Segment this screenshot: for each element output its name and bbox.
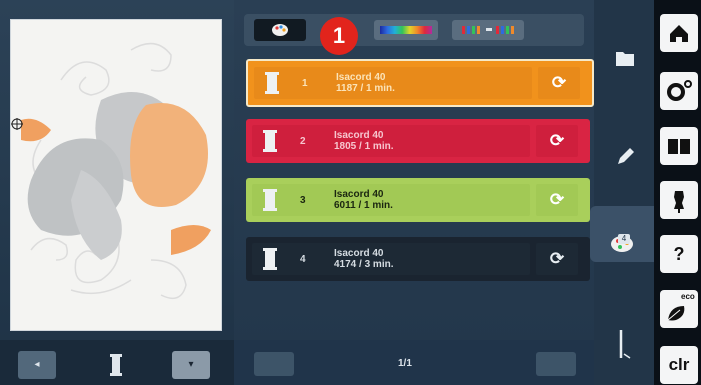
- tab-edit[interactable]: [594, 128, 654, 184]
- help-icon: ?: [673, 244, 685, 264]
- color-tool-tabs: [244, 14, 584, 46]
- change-thread-button-3[interactable]: ⟳: [536, 184, 578, 216]
- scroll-left-button[interactable]: ◂: [18, 351, 56, 379]
- thread-info-3[interactable]: 3 Isacord 40 6011 / 1 min.: [252, 184, 530, 216]
- embroidery-design-image: [11, 42, 211, 300]
- eco-label: eco: [681, 292, 695, 301]
- thread-info-2[interactable]: 2 Isacord 40 1805 / 1 min.: [252, 125, 530, 157]
- thread-stitch-info: 4174 / 3 min.: [334, 259, 394, 270]
- orange-leaf: [21, 118, 51, 142]
- settings-icon: [667, 80, 692, 101]
- home-button[interactable]: [660, 14, 698, 52]
- change-thread-button-2[interactable]: ⟳: [536, 125, 578, 157]
- setup-button[interactable]: [660, 72, 698, 110]
- tab-color-palette[interactable]: [254, 19, 306, 41]
- tab-color-overview[interactable]: [374, 20, 438, 40]
- pencil-icon: [618, 148, 634, 164]
- tab-embroider[interactable]: [594, 318, 654, 374]
- swirl-line: [150, 259, 187, 300]
- home-icon: [670, 25, 688, 42]
- palette-icon: [272, 24, 288, 36]
- dress-form-icon: [674, 191, 684, 213]
- page-indicator: 1/1: [398, 358, 412, 369]
- thread-stitch-info: 6011 / 1 min.: [334, 200, 393, 211]
- swirl-line: [130, 42, 172, 72]
- change-thread-button-1[interactable]: ⟳: [538, 67, 580, 99]
- refresh-icon: ⟳: [551, 73, 567, 92]
- spool-icon: [264, 72, 280, 94]
- thread-name: Isacord 40: [336, 72, 386, 83]
- thread-name: Isacord 40: [334, 130, 384, 141]
- thread-row-1[interactable]: 1 Isacord 40 1187 / 1 min. ⟳: [246, 59, 594, 107]
- thread-stitch-info: 1805 / 1 min.: [334, 141, 394, 152]
- thread-row-4[interactable]: 4 Isacord 40 4174 / 3 min. ⟳: [246, 237, 590, 281]
- spool-icon: [262, 248, 278, 270]
- orange-leaf: [171, 225, 211, 255]
- dropdown-button[interactable]: ▾: [172, 351, 210, 379]
- thread-stitch-info: 1187 / 1 min.: [336, 83, 395, 94]
- thread-number: 2: [300, 135, 306, 147]
- creative-consultant-button[interactable]: [660, 181, 698, 219]
- chevron-down-icon: ▾: [188, 359, 194, 370]
- swirl-line: [30, 237, 68, 261]
- rainbow-bar-icon: [380, 26, 432, 34]
- thread-row-2[interactable]: 2 Isacord 40 1805 / 1 min. ⟳: [246, 119, 590, 163]
- swirl-line: [70, 279, 132, 295]
- thread-info-1[interactable]: 1 Isacord 40 1187 / 1 min.: [254, 67, 532, 99]
- color-count-badge: 4: [618, 234, 630, 244]
- thread-name: Isacord 40: [334, 189, 384, 200]
- eco-button[interactable]: eco: [660, 290, 698, 328]
- next-page-button[interactable]: [536, 352, 576, 376]
- callout-badge: 1: [320, 17, 358, 55]
- embroidery-preview[interactable]: [10, 19, 222, 331]
- spool-icon: [262, 130, 278, 152]
- help-button[interactable]: ?: [660, 235, 698, 273]
- thread-number: 3: [300, 194, 306, 206]
- clear-button[interactable]: clr: [660, 346, 698, 384]
- spool-icon: [110, 354, 122, 376]
- thread-number: 4: [300, 253, 306, 265]
- thread-info-4[interactable]: 4 Isacord 40 4174 / 3 min.: [252, 243, 530, 275]
- tutorial-button[interactable]: [660, 127, 698, 165]
- tab-file[interactable]: [594, 30, 654, 86]
- previous-page-button[interactable]: [254, 352, 294, 376]
- thread-row-3[interactable]: 3 Isacord 40 6011 / 1 min. ⟳: [246, 178, 590, 222]
- thread-color-panel: 1 Isacord 40 1187 / 1 min. ⟳ 2 Isacord 4…: [234, 0, 594, 385]
- thread-name: Isacord 40: [334, 248, 384, 259]
- refresh-icon: ⟳: [549, 249, 565, 268]
- book-icon: [668, 139, 690, 154]
- change-thread-button-4[interactable]: ⟳: [536, 243, 578, 275]
- left-arrow-icon: ◂: [34, 359, 40, 370]
- orange-petal: [130, 103, 208, 207]
- refresh-icon: ⟳: [549, 190, 565, 209]
- swirl-line: [60, 61, 110, 96]
- refresh-icon: ⟳: [549, 131, 565, 150]
- folder-icon: [616, 52, 634, 66]
- tab-regroup-colors[interactable]: [452, 20, 524, 40]
- spool-icon: [262, 189, 278, 211]
- thread-number: 1: [302, 77, 308, 89]
- needle-icon: [619, 330, 631, 359]
